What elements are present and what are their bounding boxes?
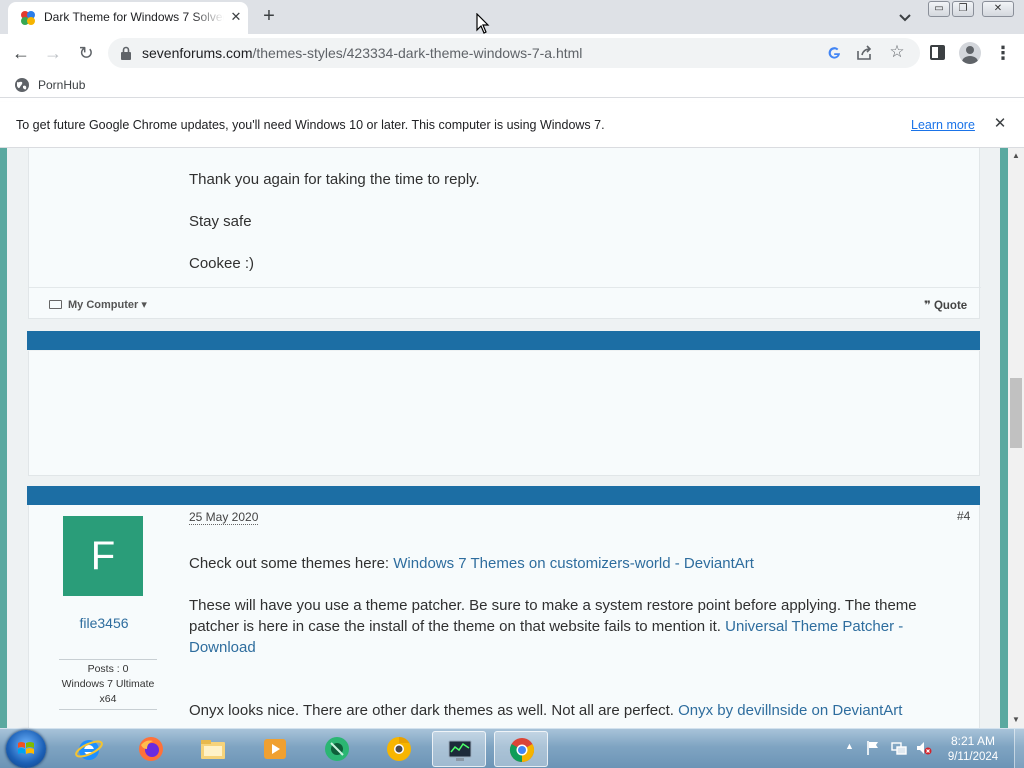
scroll-up-arrow-icon[interactable]: ▲ bbox=[1008, 148, 1024, 164]
post-paragraph: Onyx looks nice. There are other dark th… bbox=[189, 700, 969, 721]
vertical-scrollbar[interactable]: ▲ ▼ bbox=[1008, 148, 1024, 728]
network-icon[interactable] bbox=[891, 740, 907, 756]
post-paragraph: These will have you use a theme patcher.… bbox=[189, 595, 969, 658]
show-desktop-button[interactable] bbox=[1014, 729, 1024, 768]
taskbar-firefox[interactable] bbox=[124, 731, 178, 767]
forward-button[interactable]: → bbox=[42, 42, 64, 64]
taskbar-chrome[interactable] bbox=[494, 731, 548, 767]
chrome-icon bbox=[509, 738, 535, 762]
bookmark-label: PornHub bbox=[38, 78, 86, 92]
taskbar-internet-explorer[interactable] bbox=[62, 731, 116, 767]
clock-time: 8:21 AM bbox=[950, 734, 996, 748]
windows-taskbar: ▲ 8:21 AM 9/11/2024 bbox=[0, 728, 1024, 768]
lock-icon[interactable] bbox=[120, 46, 132, 60]
start-button[interactable] bbox=[6, 730, 46, 768]
task-manager-icon bbox=[448, 740, 472, 761]
themes-link[interactable]: Windows 7 Themes on customizers-world - … bbox=[393, 555, 754, 572]
page-right-border bbox=[1000, 148, 1008, 728]
user-os: Windows 7 Ultimate bbox=[61, 678, 155, 690]
minimize-button[interactable]: ▭ bbox=[928, 1, 950, 17]
ad-placeholder bbox=[28, 351, 980, 476]
new-tab-button[interactable]: + bbox=[258, 6, 280, 28]
forum-post: F file3456 Posts : 0 Windows 7 Ultimate … bbox=[28, 505, 980, 728]
my-computer-dropdown[interactable]: My Computer ▾ bbox=[49, 298, 147, 311]
scroll-down-arrow-icon[interactable]: ▼ bbox=[1008, 712, 1024, 728]
chrome-menu-icon[interactable]: ⋮ bbox=[994, 43, 1012, 63]
update-infobar: To get future Google Chrome updates, you… bbox=[0, 102, 1024, 148]
url-text[interactable]: sevenforums.com/themes-styles/423334-dar… bbox=[142, 45, 582, 61]
address-bar[interactable]: sevenforums.com/themes-styles/423334-dar… bbox=[108, 38, 920, 68]
profile-avatar-icon[interactable] bbox=[959, 42, 981, 64]
username-link[interactable]: file3456 bbox=[29, 615, 179, 631]
close-window-button[interactable]: ✕ bbox=[982, 1, 1014, 17]
computer-icon bbox=[49, 300, 62, 309]
tab-search-chevron-icon[interactable] bbox=[896, 8, 914, 26]
file-explorer-icon bbox=[201, 740, 225, 759]
forum-post: Thank you again for taking the time to r… bbox=[28, 148, 981, 319]
firefox-icon bbox=[139, 737, 163, 761]
taskbar-clock[interactable]: 8:21 AM 9/11/2024 bbox=[938, 733, 1008, 765]
quote-icon: ❞ bbox=[924, 300, 934, 312]
show-hidden-icons-arrow[interactable]: ▲ bbox=[845, 741, 855, 751]
bookmark-star-icon[interactable]: ☆ bbox=[888, 43, 906, 61]
infobar-close-icon[interactable]: ✕ bbox=[992, 116, 1008, 132]
page-left-border bbox=[0, 148, 7, 728]
chrome-canary-icon bbox=[387, 737, 411, 761]
internet-explorer-icon bbox=[75, 740, 103, 760]
post-text-line: Cookee :) bbox=[189, 255, 255, 272]
quote-label: Quote bbox=[933, 300, 968, 312]
avatar[interactable]: F bbox=[63, 516, 143, 596]
post-text-line: Thank you again for taking the time to r… bbox=[189, 171, 480, 188]
scrollbar-thumb[interactable] bbox=[1010, 378, 1022, 448]
taskbar-media-player[interactable] bbox=[248, 731, 302, 767]
window-controls: ▭ ❐ ✕ bbox=[928, 1, 1016, 17]
post-text: Onyx looks nice. There are other dark th… bbox=[189, 702, 679, 719]
volume-muted-icon[interactable] bbox=[916, 740, 932, 756]
sevenforums-favicon-icon bbox=[21, 11, 35, 25]
browser-toolbar: ← → ↻ sevenforums.com/themes-styles/4233… bbox=[0, 34, 1024, 72]
quote-button[interactable]: ❞ Quote bbox=[924, 298, 967, 312]
post-text-line: Stay safe bbox=[189, 213, 252, 230]
my-computer-label: My Computer bbox=[68, 299, 139, 311]
google-lens-icon[interactable] bbox=[826, 45, 842, 61]
learn-more-link[interactable]: Learn more bbox=[911, 118, 975, 132]
post-paragraph: Check out some themes here: Windows 7 Th… bbox=[189, 553, 969, 574]
post-text: Check out some themes here: bbox=[189, 555, 394, 572]
forum-header-band bbox=[27, 486, 980, 505]
post-date[interactable]: 25 May 2020 bbox=[189, 510, 259, 525]
side-panel-icon[interactable] bbox=[930, 45, 945, 60]
taskbar-file-explorer[interactable] bbox=[186, 731, 240, 767]
mouse-cursor-icon bbox=[476, 13, 490, 34]
infobar-message: To get future Google Chrome updates, you… bbox=[16, 118, 605, 132]
url-path: /themes-styles/423334-dark-theme-windows… bbox=[252, 45, 583, 61]
post-footer: My Computer ▾ ❞ Quote bbox=[29, 287, 981, 319]
maximize-button[interactable]: ❐ bbox=[952, 1, 974, 17]
taskbar-task-manager[interactable] bbox=[432, 731, 486, 767]
user-stats: Posts : 0 Windows 7 Ultimate x64 bbox=[59, 659, 157, 710]
media-player-icon bbox=[264, 739, 286, 759]
back-button[interactable]: ← bbox=[10, 42, 32, 64]
user-os-arch: x64 bbox=[99, 693, 117, 705]
post-number-link[interactable]: #4 bbox=[957, 509, 970, 523]
reload-button[interactable]: ↻ bbox=[75, 42, 97, 64]
browser-tab[interactable]: Dark Theme for Windows 7 Solved ✕ bbox=[8, 2, 248, 34]
url-domain: sevenforums.com bbox=[142, 45, 253, 61]
page-content: Thank you again for taking the time to r… bbox=[0, 148, 1008, 728]
onyx-link[interactable]: Onyx by devillnside on DeviantArt bbox=[678, 702, 902, 719]
bookmarks-bar: PornHub bbox=[0, 72, 1024, 98]
tab-title: Dark Theme for Windows 7 Solved bbox=[44, 10, 224, 24]
green-app-icon bbox=[325, 737, 349, 761]
clock-date: 9/11/2024 bbox=[947, 751, 999, 763]
taskbar-chrome-canary[interactable] bbox=[372, 731, 426, 767]
post-count: Posts : 0 bbox=[87, 663, 129, 675]
tab-strip: Dark Theme for Windows 7 Solved ✕ + ▭ ❐ … bbox=[0, 0, 1024, 34]
globe-icon bbox=[15, 78, 29, 92]
taskbar-green-app[interactable] bbox=[310, 731, 364, 767]
tab-close-icon[interactable]: ✕ bbox=[228, 9, 244, 25]
share-icon[interactable] bbox=[856, 45, 872, 61]
action-center-flag-icon[interactable] bbox=[866, 740, 880, 756]
forum-header-band bbox=[27, 331, 980, 350]
windows-logo-icon bbox=[18, 742, 34, 754]
